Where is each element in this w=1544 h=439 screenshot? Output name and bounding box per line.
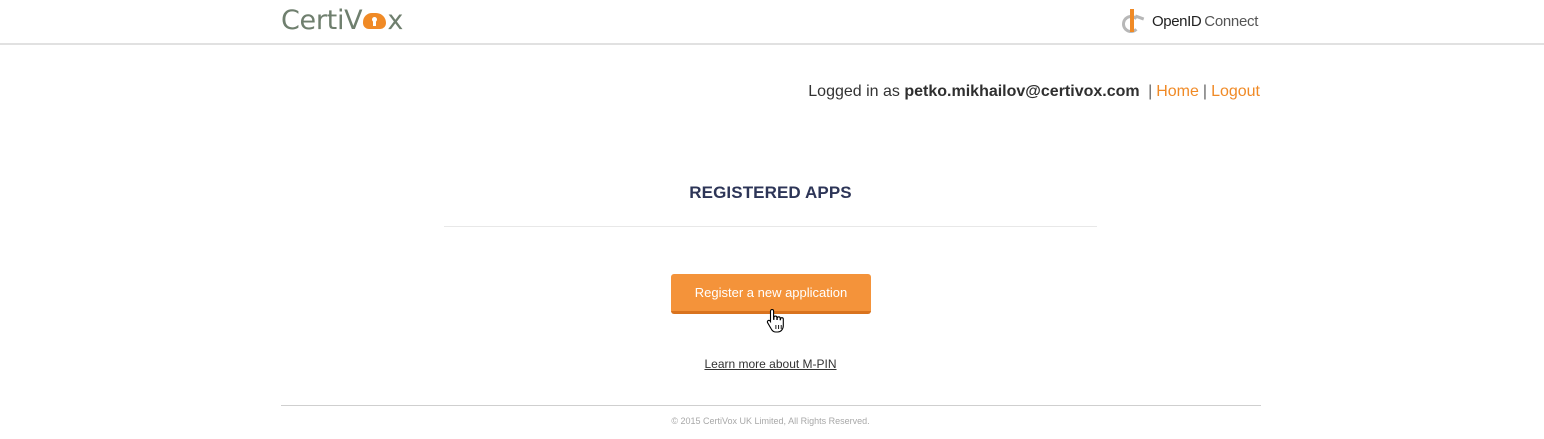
certivox-logo[interactable]: CertiV x bbox=[281, 3, 403, 37]
openid-label: OpenID bbox=[1152, 12, 1202, 30]
learn-more-mpin-link[interactable]: Learn more about M-PIN bbox=[0, 357, 1541, 371]
copyright-text: © 2015 CertiVox UK Limited, All Rights R… bbox=[671, 416, 870, 426]
connect-label: Connect bbox=[1204, 12, 1259, 30]
separator: | bbox=[1148, 83, 1153, 100]
separator: | bbox=[1202, 83, 1208, 100]
top-header: CertiV x OpenID Connect bbox=[0, 0, 1544, 45]
footer-divider bbox=[281, 405, 1261, 406]
logo-text-start: CertiV bbox=[281, 4, 363, 36]
hand-pointer-cursor bbox=[766, 308, 784, 333]
user-email: petko.mikhailov@certivox.com bbox=[904, 83, 1140, 100]
openid-logo-icon bbox=[1121, 7, 1147, 35]
openid-connect-logo[interactable]: OpenID Connect bbox=[1121, 6, 1258, 36]
user-status-bar: Logged in as petko.mikhailov@certivox.co… bbox=[808, 83, 1260, 101]
cloud-lock-icon bbox=[363, 9, 387, 31]
logout-link[interactable]: Logout bbox=[1211, 83, 1260, 100]
logged-in-prefix: Logged in as bbox=[808, 83, 900, 100]
logo-text-end: x bbox=[387, 4, 404, 36]
page-title: REGISTERED APPS bbox=[689, 183, 852, 202]
title-divider bbox=[444, 226, 1097, 227]
home-link[interactable]: Home bbox=[1156, 83, 1199, 100]
